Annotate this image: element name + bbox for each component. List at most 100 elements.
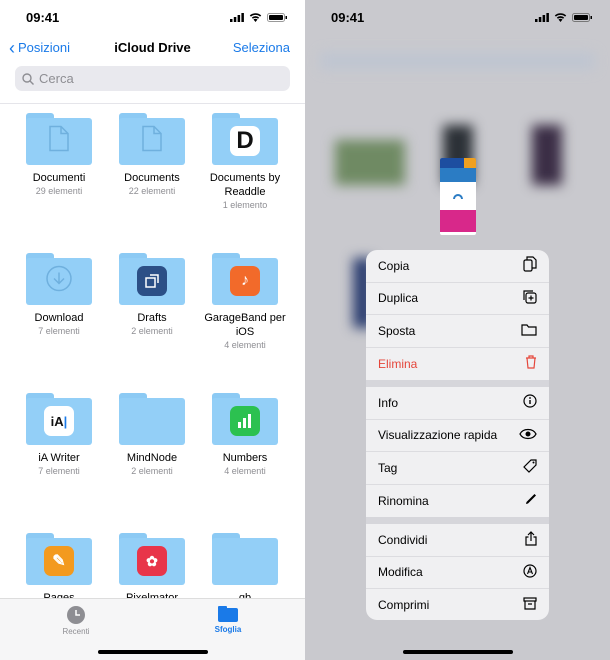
folder-item[interactable]: D Documents by Readdle 1 elemento xyxy=(199,113,291,211)
menu-separator xyxy=(366,380,549,387)
folder-icon xyxy=(521,323,537,339)
menu-item-comprimi[interactable]: Comprimi xyxy=(366,589,549,620)
battery-icon xyxy=(572,12,592,22)
back-label: Posizioni xyxy=(18,40,71,55)
folder-icon xyxy=(218,606,238,622)
folder-item[interactable]: qb xyxy=(199,533,291,605)
doc-icon xyxy=(141,125,163,157)
folder-item[interactable]: Numbers 4 elementi xyxy=(199,393,291,477)
pixelmator-icon: ✿ xyxy=(137,546,167,576)
menu-item-label: Sposta xyxy=(378,323,416,338)
folder-item[interactable]: ✿ Pixelmator xyxy=(106,533,198,605)
menu-item-label: Copia xyxy=(378,258,410,273)
folder-item[interactable]: Drafts 2 elementi xyxy=(106,253,198,337)
folder-name: MindNode xyxy=(126,452,178,464)
drafts-icon xyxy=(137,266,167,296)
doc-icon xyxy=(48,125,70,157)
signal-icon xyxy=(230,12,244,22)
menu-item-condividi[interactable]: Condividi xyxy=(366,524,549,557)
menu-separator xyxy=(366,517,549,524)
menu-item-label: Duplica xyxy=(378,291,419,306)
folder-name: iA Writer xyxy=(38,452,80,464)
blurred-thumbnail xyxy=(532,125,562,185)
folder-icon xyxy=(119,393,185,445)
blurred-nav xyxy=(320,52,595,70)
markup-icon xyxy=(523,564,537,581)
folder-name: Drafts xyxy=(137,312,167,324)
folder-name: Documents xyxy=(124,172,180,184)
folder-count: 22 elementi xyxy=(128,186,176,196)
menu-item-label: Condividi xyxy=(378,532,428,547)
folder-item[interactable]: Documents 22 elementi xyxy=(106,113,198,197)
wifi-icon xyxy=(249,13,262,22)
navigation-bar: ‹ Posizioni iCloud Drive Seleziona xyxy=(0,37,305,58)
signal-icon xyxy=(535,12,549,22)
menu-item-info[interactable]: Info xyxy=(366,387,549,420)
blurred-thumbnail xyxy=(335,140,405,185)
back-button[interactable]: ‹ Posizioni xyxy=(9,37,71,58)
folder-count: 7 elementi xyxy=(38,466,80,476)
folder-name: Documenti xyxy=(32,172,86,184)
select-button[interactable]: Seleziona xyxy=(233,40,290,55)
folder-count: 1 elemento xyxy=(222,200,268,210)
menu-item-visualizzazione-rapida[interactable]: Visualizzazione rapida xyxy=(366,420,549,452)
context-menu: Copia Duplica Sposta Elimina Info Visualizzaz… xyxy=(366,250,549,620)
search-placeholder: Cerca xyxy=(39,71,74,86)
info-icon xyxy=(523,394,537,411)
folder-item[interactable]: Documenti 29 elementi xyxy=(13,113,105,197)
search-input[interactable]: Cerca xyxy=(15,66,290,91)
folder-icon: D xyxy=(212,113,278,165)
tab-recent[interactable]: Recenti xyxy=(46,605,106,636)
chevron-left-icon: ‹ xyxy=(9,37,15,58)
status-time: 09:41 xyxy=(26,10,60,25)
menu-item-label: Info xyxy=(378,395,399,410)
folder-item[interactable]: Download 7 elementi xyxy=(13,253,105,337)
folder-icon: ✿ xyxy=(119,533,185,585)
menu-item-rinomina[interactable]: Rinomina xyxy=(366,485,549,518)
folder-icon xyxy=(119,253,185,305)
menu-item-label: Visualizzazione rapida xyxy=(378,428,498,443)
folder-item[interactable]: MindNode 2 elementi xyxy=(106,393,198,477)
folder-item[interactable]: ✎ Pages xyxy=(13,533,105,605)
share-icon xyxy=(525,530,537,549)
context-menu-panel: 09:41 Copia Duplica Sposta Elimina Info Visua… xyxy=(305,0,610,660)
folder-icon xyxy=(119,113,185,165)
download-icon xyxy=(45,265,73,298)
divider xyxy=(0,103,305,104)
files-app-panel: 09:41 ‹ Posizioni iCloud Drive Seleziona … xyxy=(0,0,305,660)
menu-item-tag[interactable]: Tag xyxy=(366,452,549,485)
menu-item-label: Modifica xyxy=(378,565,423,580)
search-icon xyxy=(22,72,34,85)
folder-icon xyxy=(26,253,92,305)
trash-icon xyxy=(525,355,537,372)
duplicate-icon xyxy=(523,290,537,307)
folder-count: 4 elementi xyxy=(224,340,266,350)
menu-item-elimina[interactable]: Elimina xyxy=(366,348,549,381)
menu-item-copia[interactable]: Copia xyxy=(366,250,549,283)
tab-recent-label: Recenti xyxy=(62,627,90,636)
tag-icon xyxy=(523,459,537,476)
tab-browse[interactable]: Sfoglia xyxy=(198,605,258,634)
folder-item[interactable]: iA | iA Writer 7 elementi xyxy=(13,393,105,477)
folder-icon xyxy=(26,113,92,165)
menu-item-modifica[interactable]: Modifica xyxy=(366,557,549,589)
home-indicator xyxy=(403,650,513,654)
menu-item-duplica[interactable]: Duplica xyxy=(366,283,549,315)
menu-item-label: Rinomina xyxy=(378,493,429,508)
numbers-icon xyxy=(230,406,260,436)
folder-name: GarageBand per iOS xyxy=(204,312,286,338)
folder-item[interactable]: ♪ GarageBand per iOS 4 elementi xyxy=(199,253,291,351)
folder-count: 4 elementi xyxy=(224,466,266,476)
menu-item-label: Comprimi xyxy=(378,598,430,613)
pencil-icon xyxy=(525,493,537,508)
folder-icon xyxy=(212,393,278,445)
file-preview xyxy=(440,158,476,235)
menu-item-sposta[interactable]: Sposta xyxy=(366,315,549,348)
folder-icon xyxy=(212,533,278,585)
folder-name: Numbers xyxy=(222,452,268,464)
iawriter-icon: iA | xyxy=(44,406,74,436)
clock-icon xyxy=(67,606,85,624)
status-bar: 09:41 xyxy=(305,10,610,26)
menu-item-label: Elimina xyxy=(378,356,418,371)
readdle-icon: D xyxy=(230,126,260,156)
